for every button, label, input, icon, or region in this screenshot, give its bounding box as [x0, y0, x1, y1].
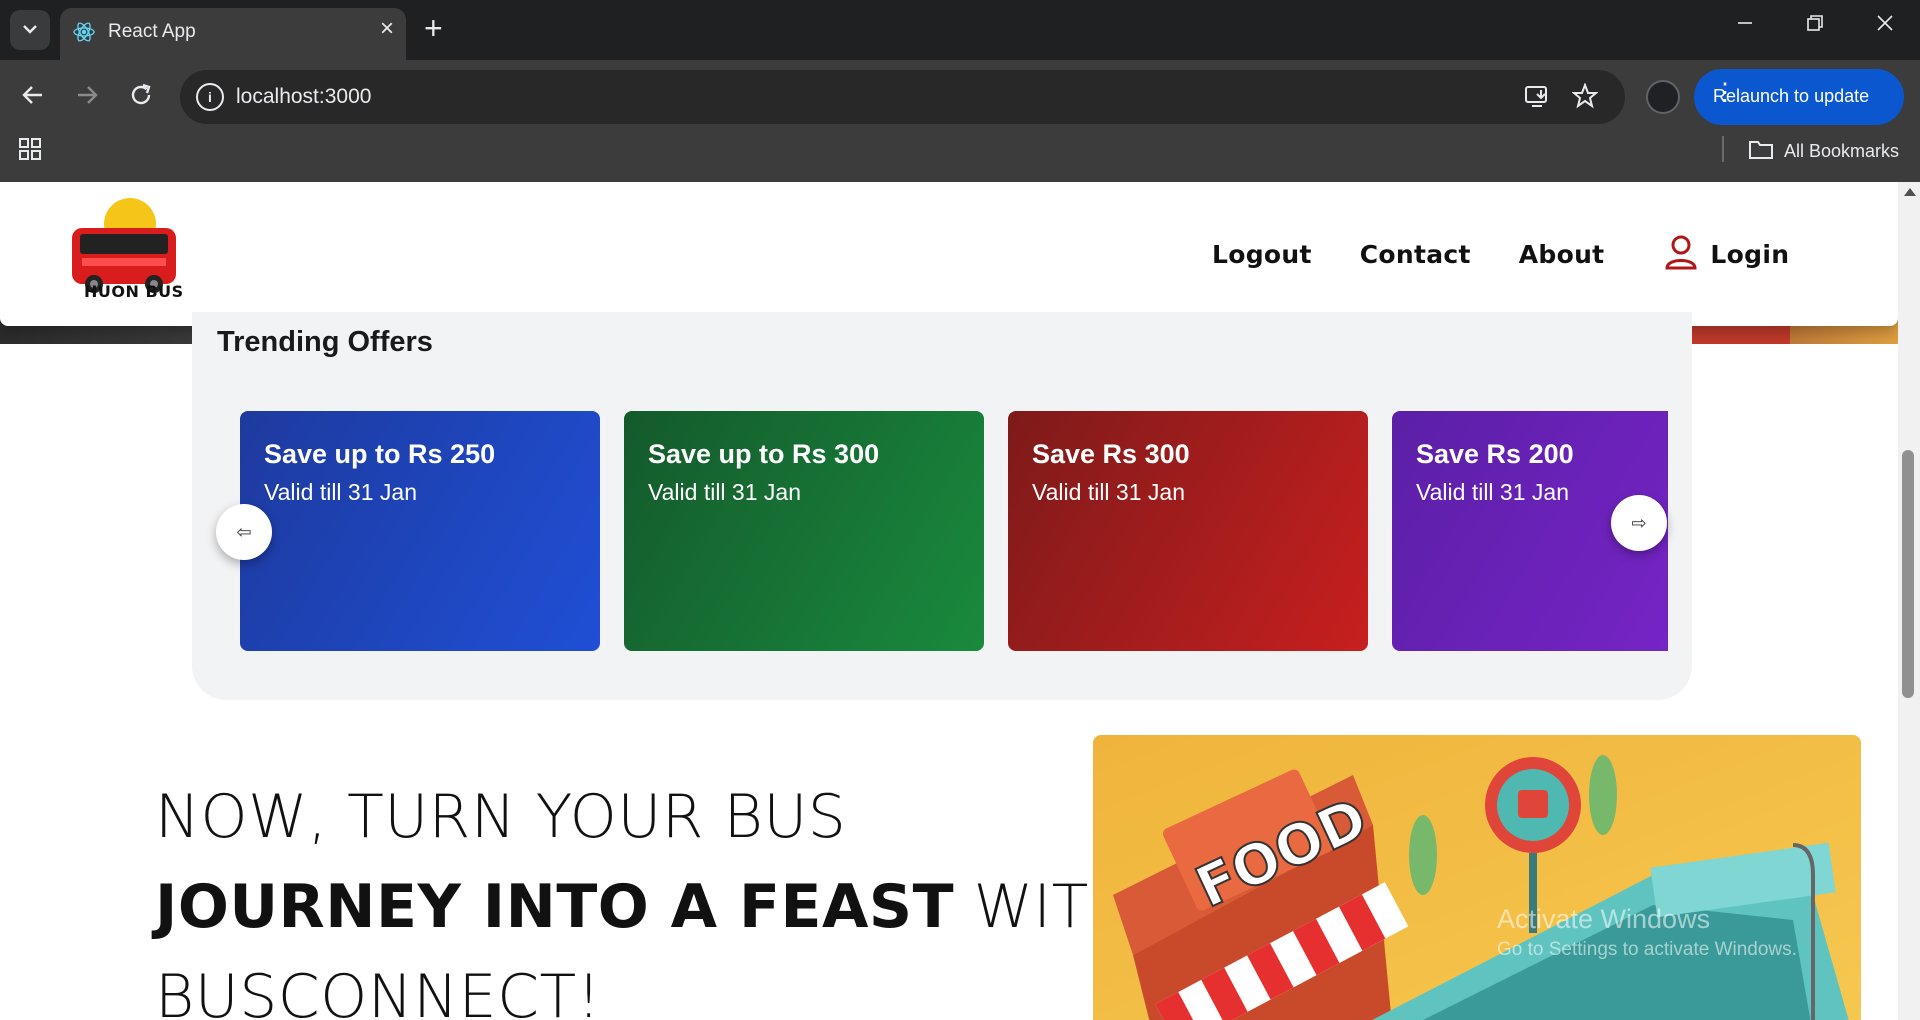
- tab-search-button[interactable]: [10, 10, 50, 50]
- back-arrow-icon[interactable]: [20, 82, 46, 112]
- right-arrow-icon: ⇨: [1631, 512, 1647, 533]
- offers-title: Trending Offers: [217, 326, 433, 358]
- address-bar[interactable]: i localhost:3000: [180, 70, 1625, 124]
- headline-bold: JOURNEY INTO A FEAST: [155, 872, 955, 942]
- offer-validity: Valid till 31 Jan: [1032, 479, 1185, 505]
- offers-carousel: Save up to Rs 250 Valid till 31 Jan Save…: [240, 411, 1668, 651]
- nav-logout-link[interactable]: Logout: [1212, 240, 1312, 269]
- windows-activation-watermark: Activate Windows Go to Settings to activ…: [1497, 904, 1797, 961]
- profile-avatar[interactable]: [1646, 80, 1680, 114]
- install-app-icon[interactable]: [1524, 83, 1550, 114]
- bookmark-star-icon[interactable]: [1571, 82, 1599, 114]
- offer-card[interactable]: Save up to Rs 300 Valid till 31 Jan: [624, 411, 984, 651]
- browser-tab-bar: React App × +: [0, 0, 1920, 60]
- page-viewport: HUON BUS Logout Contact About Login Tren…: [0, 182, 1920, 1020]
- feature-headline: NOW, TURN YOUR BUS JOURNEY INTO A FEAST …: [155, 772, 1134, 1020]
- all-bookmarks-label: All Bookmarks: [1784, 141, 1900, 161]
- close-window-icon[interactable]: [1876, 14, 1894, 36]
- nav-about-link[interactable]: About: [1519, 240, 1605, 269]
- watermark-line-1: Activate Windows: [1497, 904, 1711, 934]
- scrollbar-thumb[interactable]: [1902, 450, 1914, 698]
- offer-card[interactable]: Save Rs 300 Valid till 31 Jan: [1008, 411, 1368, 651]
- close-tab-icon[interactable]: ×: [380, 17, 394, 41]
- offer-validity: Valid till 31 Jan: [1416, 479, 1569, 505]
- logo-text: HUON BUS: [84, 282, 184, 301]
- offer-title: Save up to Rs 300: [648, 439, 880, 469]
- chevron-down-icon: [22, 21, 38, 39]
- offer-validity: Valid till 31 Jan: [648, 479, 801, 505]
- browser-toolbar: i localhost:3000 Relaunch to update ⋮ Al…: [0, 60, 1920, 190]
- tab-title: React App: [108, 21, 196, 42]
- user-icon: [1664, 234, 1698, 275]
- minimize-icon[interactable]: [1736, 14, 1754, 36]
- watermark-line-2: Go to Settings to activate Windows.: [1497, 939, 1797, 960]
- site-navbar: HUON BUS Logout Contact About Login: [0, 182, 1898, 326]
- react-icon: [72, 20, 96, 49]
- offer-title: Save Rs 300: [1032, 439, 1190, 469]
- carousel-prev-button[interactable]: ⇦: [216, 504, 272, 560]
- scroll-up-arrow-icon[interactable]: [1904, 188, 1916, 196]
- all-bookmarks-button[interactable]: All Bookmarks: [1748, 138, 1899, 165]
- food-bus-illustration: FOOD: [1093, 735, 1861, 1020]
- offer-title: Save up to Rs 250: [264, 439, 496, 469]
- nav-contact-link[interactable]: Contact: [1360, 240, 1471, 269]
- headline-line-1: NOW, TURN YOUR BUS: [155, 782, 847, 852]
- login-button[interactable]: Login: [1664, 234, 1789, 275]
- nav-links: Logout Contact About Login: [1212, 234, 1789, 275]
- login-label: Login: [1710, 240, 1790, 269]
- browser-tab[interactable]: React App ×: [60, 8, 406, 60]
- headline-line-2: JOURNEY INTO A FEAST WITH: [155, 862, 1134, 952]
- left-arrow-icon: ⇦: [236, 521, 252, 542]
- url-text[interactable]: localhost:3000: [236, 85, 371, 109]
- headline-line-3: BUSCONNECT!: [155, 962, 602, 1020]
- bookmarks-divider: [1722, 136, 1724, 162]
- offer-card[interactable]: Save up to Rs 250 Valid till 31 Jan: [240, 411, 600, 651]
- more-menu-icon: ⋮: [1713, 79, 1737, 106]
- folder-icon: [1748, 138, 1774, 165]
- site-info-icon[interactable]: i: [196, 83, 224, 111]
- page-scrollbar[interactable]: [1898, 182, 1920, 1020]
- restore-icon[interactable]: [1806, 14, 1824, 36]
- offer-title: Save Rs 200: [1416, 439, 1574, 469]
- new-tab-icon[interactable]: +: [424, 12, 443, 44]
- forward-arrow-icon[interactable]: [74, 82, 100, 112]
- relaunch-button[interactable]: Relaunch to update ⋮: [1694, 69, 1904, 125]
- offer-validity: Valid till 31 Jan: [264, 479, 417, 505]
- carousel-next-button[interactable]: ⇨: [1611, 495, 1667, 551]
- apps-grid-icon[interactable]: [18, 137, 42, 166]
- reload-icon[interactable]: [128, 82, 154, 112]
